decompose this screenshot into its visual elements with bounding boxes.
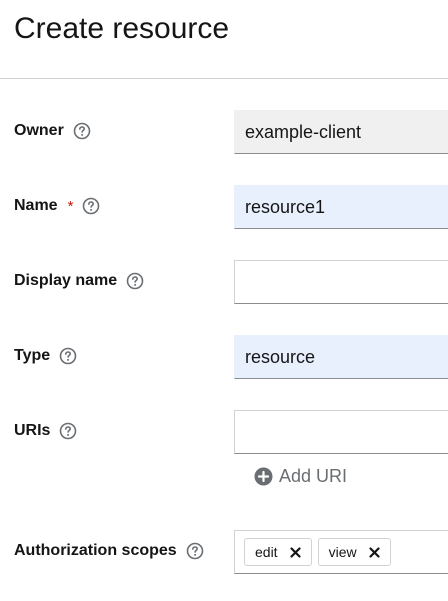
owner-label: Owner: [14, 122, 64, 139]
chip-label: view: [328, 544, 357, 560]
display-name-input[interactable]: [234, 260, 448, 304]
required-asterisk: *: [67, 197, 74, 215]
type-help-icon[interactable]: [59, 347, 77, 365]
add-uri-label: Add URI: [279, 466, 348, 486]
owner-label-group: Owner: [14, 122, 91, 140]
authorization-scopes-select[interactable]: edit view: [234, 530, 448, 574]
create-resource-page: Create resource Owner Name * Display nam…: [0, 0, 448, 601]
close-icon[interactable]: [289, 546, 301, 558]
type-label: Type: [14, 347, 51, 364]
uris-help-icon[interactable]: [59, 422, 77, 440]
authorization-scopes-label: Authorization scopes: [14, 542, 177, 559]
authorization-scopes-help-icon[interactable]: [186, 542, 204, 560]
owner-field: [234, 110, 448, 154]
name-label-group: Name *: [14, 197, 100, 215]
display-name-help-icon[interactable]: [126, 272, 144, 290]
name-input[interactable]: [234, 185, 448, 229]
name-help-icon[interactable]: [82, 197, 100, 215]
display-name-label: Display name: [14, 272, 118, 289]
type-input[interactable]: [234, 335, 448, 379]
close-icon[interactable]: [368, 546, 380, 558]
header-divider: [0, 78, 448, 79]
type-label-group: Type: [14, 347, 77, 365]
chip-label: edit: [255, 544, 278, 560]
uri-input[interactable]: [234, 410, 448, 454]
owner-help-icon[interactable]: [73, 122, 91, 140]
plus-circle-icon: [254, 467, 273, 486]
scope-chip-view: view: [317, 538, 391, 566]
scope-chip-edit: edit: [244, 538, 312, 566]
authorization-scopes-label-group: Authorization scopes: [14, 542, 204, 560]
page-title: Create resource: [14, 12, 230, 45]
name-label: Name: [14, 197, 58, 214]
uris-label-group: URIs: [14, 422, 77, 440]
uris-label: URIs: [14, 422, 51, 439]
display-name-label-group: Display name: [14, 272, 144, 290]
add-uri-button[interactable]: Add URI: [254, 466, 347, 487]
